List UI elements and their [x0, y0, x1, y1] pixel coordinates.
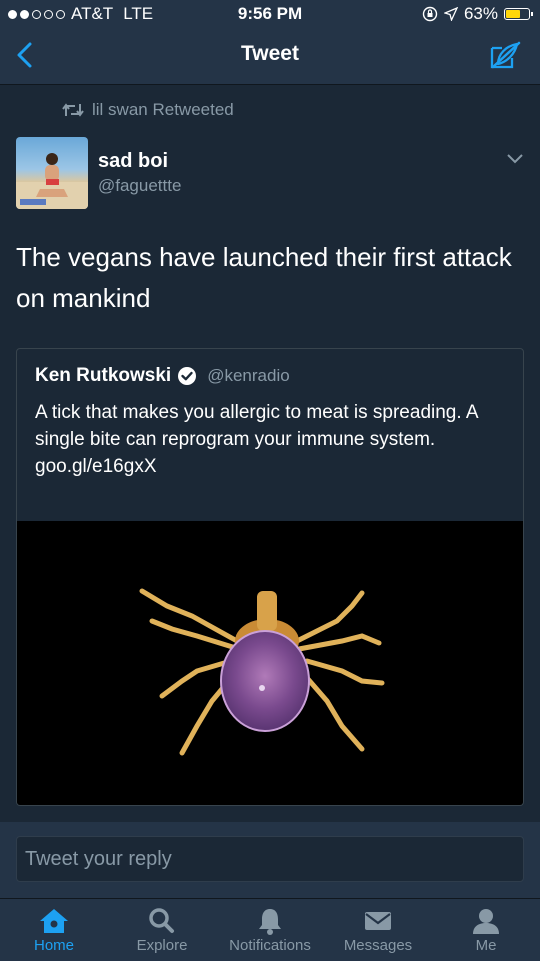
retweeted-by-label[interactable]: lil swan Retweeted — [92, 100, 234, 120]
verified-badge-icon — [178, 367, 197, 385]
reply-input[interactable]: Tweet your reply — [16, 836, 524, 882]
envelope-icon — [365, 912, 391, 930]
quoted-author-handle: @kenradio — [207, 366, 290, 385]
tab-messages-label: Messages — [343, 937, 413, 954]
search-icon — [149, 908, 174, 933]
bell-icon — [259, 909, 281, 935]
tab-notifications-label: Notifications — [229, 937, 311, 954]
tab-home[interactable]: Home — [0, 899, 108, 961]
tab-bar: Home Explore Notifications Messages Me — [0, 898, 540, 961]
quoted-author-name: Ken Rutkowski — [35, 365, 172, 386]
tweet-author-handle[interactable]: @faguettte — [98, 176, 181, 196]
retweet-icon — [62, 103, 84, 117]
retweet-context: lil swan Retweeted — [62, 100, 234, 120]
quoted-tweet-text: A tick that makes you allergic to meat i… — [35, 399, 505, 480]
tweet-author-name[interactable]: sad boi — [98, 150, 168, 173]
tab-notifications[interactable]: Notifications — [216, 899, 324, 961]
tab-explore-label: Explore — [136, 937, 188, 954]
location-arrow-icon — [443, 7, 458, 21]
page-title: Tweet — [241, 42, 299, 65]
tick-photo[interactable] — [17, 521, 523, 805]
home-icon — [40, 909, 68, 933]
orientation-lock-icon — [422, 6, 438, 22]
person-icon — [473, 909, 499, 934]
tab-me-label: Me — [475, 937, 497, 954]
nav-bar: Tweet — [0, 28, 540, 85]
battery-percent: 63% — [463, 4, 498, 23]
compose-tweet-icon[interactable] — [490, 40, 522, 70]
quoted-tweet[interactable]: Ken Rutkowski @kenradio A tick that make… — [16, 348, 524, 806]
reply-bar: Tweet your reply — [0, 822, 540, 898]
tab-messages[interactable]: Messages — [324, 899, 432, 961]
avatar[interactable] — [16, 137, 88, 209]
tick-image — [139, 588, 385, 756]
quoted-body: A tick that makes you allergic to meat i… — [35, 402, 478, 450]
avatar-photo — [16, 153, 88, 209]
battery-icon — [504, 8, 533, 20]
tab-home-label: Home — [33, 937, 74, 954]
tab-explore[interactable]: Explore — [108, 899, 216, 961]
tab-me[interactable]: Me — [432, 899, 540, 961]
status-bar: AT&T LTE 9:56 PM 63% — [0, 0, 540, 28]
tweet-text: The vegans have launched their first att… — [16, 242, 512, 313]
quoted-link[interactable]: goo.gl/e16gxX — [35, 456, 157, 477]
chevron-down-icon[interactable] — [506, 152, 524, 166]
